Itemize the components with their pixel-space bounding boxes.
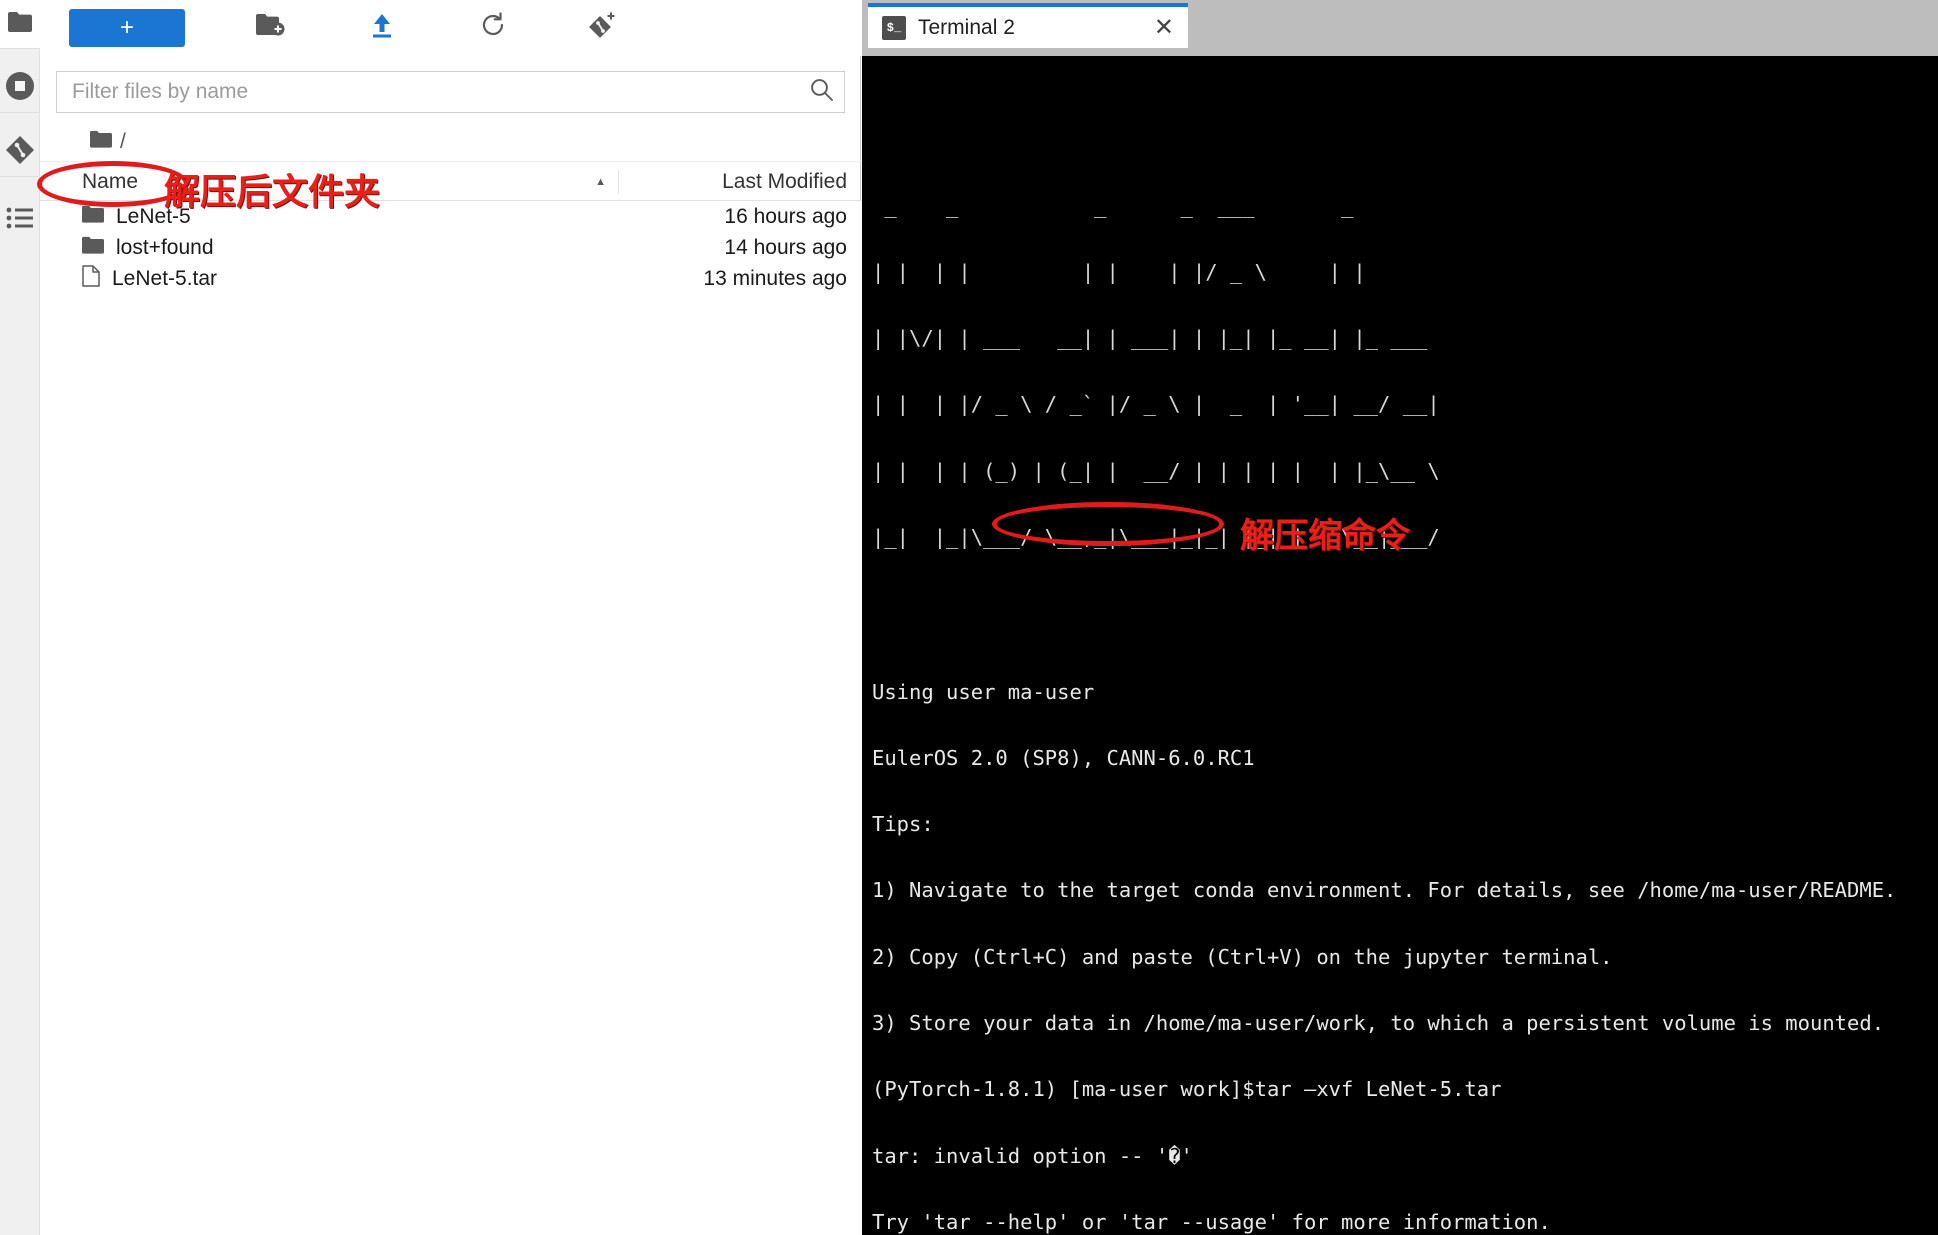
- new-folder-icon: [255, 12, 285, 43]
- file-browser-panel: + Filter files by name / Name ▲ Last Mod…: [37, 0, 861, 1235]
- git-diamond-icon: [5, 135, 35, 170]
- folder-icon: [82, 205, 104, 229]
- new-launcher-slot: +: [40, 0, 214, 56]
- breadcrumb[interactable]: /: [40, 122, 861, 162]
- new-folder-slot: [214, 0, 326, 56]
- terminal-line: Try 'tar --help' or 'tar --usage' for mo…: [872, 1209, 1551, 1234]
- filter-bar: [56, 71, 845, 113]
- column-header-name-label: Name: [82, 169, 139, 193]
- sidebar-item-table-of-contents[interactable]: [0, 196, 40, 244]
- upload-icon: [368, 11, 396, 44]
- file-browser-toolbar: +: [40, 0, 861, 56]
- refresh-button[interactable]: [465, 0, 521, 56]
- banner-line: | | | | (_) | (_| | __/ | | | | | | |_\_…: [872, 458, 1440, 483]
- stop-circle-icon: [5, 71, 35, 106]
- list-icon: [6, 207, 34, 234]
- terminal-line: 2) Copy (Ctrl+C) and paste (Ctrl+V) on t…: [872, 944, 1613, 969]
- file-name-cell: LeNet-5.tar: [40, 264, 618, 293]
- git-clone-slot: [548, 0, 658, 56]
- search-icon[interactable]: [809, 77, 834, 107]
- activity-bar: [0, 0, 40, 1235]
- terminal-output[interactable]: _ _ _ _ ___ _ | | | | | | | |/ _ \ | | |…: [862, 56, 1938, 1235]
- terminal-icon: $_: [882, 15, 906, 40]
- terminal-line: Using user ma-user: [872, 679, 1095, 704]
- upload-slot: [326, 0, 438, 56]
- terminal-tab-bar: $_ Terminal 2 ✕: [862, 0, 1938, 48]
- refresh-slot: [438, 0, 548, 56]
- file-modified-cell: 14 hours ago: [724, 235, 847, 259]
- file-name-cell: lost+found: [40, 236, 618, 260]
- terminal-line: Tips:: [872, 812, 934, 837]
- terminal-line: 3) Store your data in /home/ma-user/work…: [872, 1011, 1885, 1036]
- breadcrumb-root[interactable]: /: [120, 130, 126, 154]
- tab-label: Terminal 2: [918, 15, 1015, 39]
- upload-button[interactable]: [354, 0, 410, 56]
- file-icon: [82, 264, 100, 293]
- folder-icon: [82, 236, 104, 260]
- annotation-label-command: 解压缩命令: [1240, 516, 1410, 556]
- terminal-line: 1) Navigate to the target conda environm…: [872, 878, 1897, 903]
- refresh-icon: [479, 11, 507, 44]
- sort-ascending-icon[interactable]: ▲: [595, 176, 606, 188]
- terminal-panel: $_ Terminal 2 ✕ _ _ _ _ ___ _ | | | | | …: [862, 0, 1938, 1235]
- banner-line: | |\/| | ___ __| | ___| | |_| |_ __| |_ …: [872, 326, 1440, 351]
- search-input[interactable]: [72, 80, 809, 104]
- sidebar-item-running-terminals[interactable]: [0, 64, 40, 112]
- banner-line: _ _ _ _ ___ _: [872, 193, 1440, 218]
- folder-icon: [90, 130, 112, 153]
- file-list: LeNet-5 16 hours ago lost+found 14 hours…: [40, 201, 861, 1235]
- banner-line: | | | | | | | |/ _ \ | |: [872, 259, 1440, 284]
- sidebar-item-git[interactable]: [0, 128, 40, 176]
- folder-icon: [7, 11, 33, 38]
- tab-terminal-2[interactable]: $_ Terminal 2 ✕: [868, 3, 1188, 48]
- terminal-line: tar: invalid option -- '�': [872, 1143, 1193, 1168]
- terminal-line: EulerOS 2.0 (SP8), CANN-6.0.RC1: [872, 745, 1255, 770]
- file-name-label: LeNet-5.tar: [112, 266, 218, 290]
- file-modified-cell: 13 minutes ago: [703, 266, 847, 290]
- git-clone-icon: [587, 10, 619, 45]
- table-row[interactable]: LeNet-5.tar 13 minutes ago: [40, 263, 861, 294]
- new-folder-button[interactable]: [242, 0, 298, 56]
- close-icon[interactable]: ✕: [1154, 15, 1174, 40]
- file-modified-cell: 16 hours ago: [724, 204, 847, 228]
- new-launcher-button[interactable]: +: [69, 8, 185, 47]
- git-clone-button[interactable]: [575, 0, 631, 56]
- sidebar-item-file-browser[interactable]: [0, 0, 40, 48]
- file-name-label: lost+found: [116, 235, 214, 259]
- annotation-label-folder: 解压后文件夹: [164, 172, 381, 213]
- column-header-last-modified[interactable]: Last Modified: [618, 169, 861, 194]
- terminal-line: (PyTorch-1.8.1) [ma-user work]$tar –xvf …: [872, 1077, 1502, 1102]
- table-row[interactable]: lost+found 14 hours ago: [40, 232, 861, 263]
- banner-line: | | | |/ _ \ / _` |/ _ \ | _ | '__| __/ …: [872, 392, 1440, 417]
- filter-box[interactable]: [56, 71, 845, 113]
